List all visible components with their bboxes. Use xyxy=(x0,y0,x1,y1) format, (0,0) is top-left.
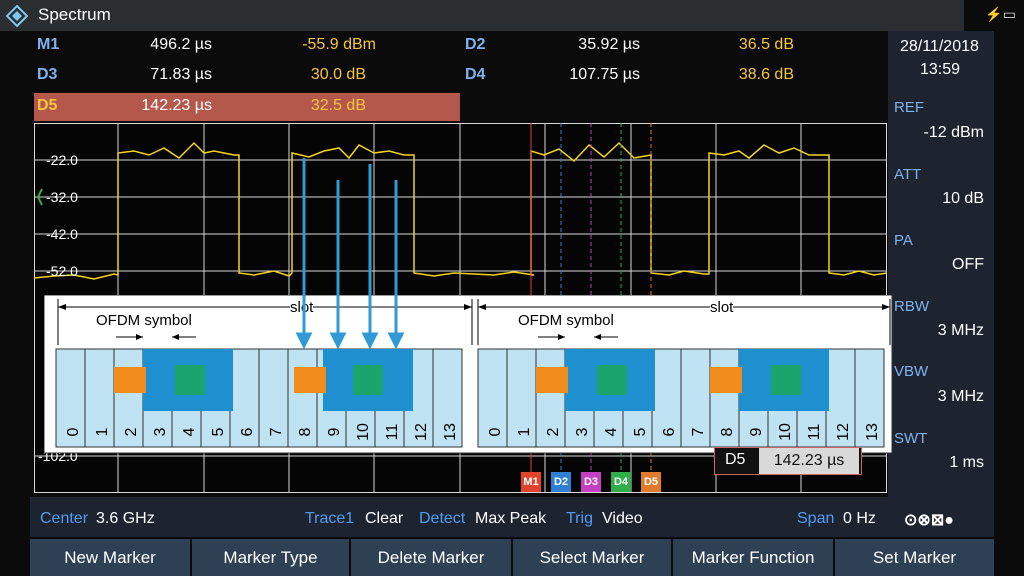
marker-d5-value: 32.5 dB xyxy=(310,97,366,114)
title-bar: Spectrum ⚡▭ xyxy=(0,0,1016,31)
detect-value[interactable]: Max Peak xyxy=(475,510,546,528)
symbol-number: 11 xyxy=(384,423,401,441)
marker-flag-m1[interactable]: M1 xyxy=(521,472,541,492)
y-label-3: -42.0 xyxy=(46,226,78,242)
pa-value[interactable]: OFF xyxy=(952,256,984,274)
symbol-number: 3 xyxy=(574,427,591,437)
center-label[interactable]: Center xyxy=(40,510,88,528)
y-label-2: -32.0 xyxy=(46,189,78,205)
rbw-label[interactable]: RBW xyxy=(894,298,929,315)
symbol-number: 1 xyxy=(94,427,111,437)
ref-label[interactable]: REF xyxy=(894,99,924,116)
symbol-number: 7 xyxy=(690,427,707,437)
active-delta-readout[interactable]: D5 142.23 µs xyxy=(714,447,862,475)
marker-type-button[interactable]: Marker Type xyxy=(192,539,351,576)
symbol-number: 0 xyxy=(65,427,82,437)
app-title: Spectrum xyxy=(38,5,111,24)
symbol-number: 12 xyxy=(835,423,852,441)
y-label-4: -52.0 xyxy=(46,263,78,279)
marker-m1-time: 496.2 µs xyxy=(150,36,212,53)
ofdm-symbol-label-left: OFDM symbol xyxy=(96,312,192,329)
delete-marker-button[interactable]: Delete Marker xyxy=(351,539,513,576)
marker-d2-time: 35.92 µs xyxy=(578,36,640,53)
symbol-number: 13 xyxy=(864,423,881,441)
trace-label[interactable]: Trace1 xyxy=(305,510,354,528)
marker-d4-value: 38.6 dB xyxy=(738,66,794,83)
symbol-number: 4 xyxy=(603,427,620,437)
swt-value[interactable]: 1 ms xyxy=(949,454,984,472)
span-label[interactable]: Span xyxy=(797,510,834,528)
marker-flag-d3[interactable]: D3 xyxy=(581,472,601,492)
marker-d3-time: 71.83 µs xyxy=(150,66,212,83)
marker-d2-name[interactable]: D2 xyxy=(465,36,485,54)
symbol-number: 5 xyxy=(632,427,649,437)
symbol-number: 6 xyxy=(661,427,678,437)
time-display: 13:59 xyxy=(920,61,961,78)
symbol-number: 5 xyxy=(210,427,227,437)
symbol-number: 6 xyxy=(239,427,256,437)
rbw-value[interactable]: 3 MHz xyxy=(938,322,984,340)
marker-flag-d5[interactable]: D5 xyxy=(641,472,661,492)
marker-flag-d4[interactable]: D4 xyxy=(611,472,631,492)
trace-value[interactable]: Clear xyxy=(365,510,403,528)
vbw-label[interactable]: VBW xyxy=(894,363,928,380)
active-delta-name: D5 xyxy=(725,451,746,468)
symbol-number: 2 xyxy=(123,427,140,437)
select-marker-button[interactable]: Select Marker xyxy=(513,539,673,576)
symbol-number: 12 xyxy=(413,423,430,441)
symbol-numbers-left: 0 1 2 3 4 5 6 7 8 9 10 11 12 13 xyxy=(56,421,462,447)
marker-d5-name[interactable]: D5 xyxy=(37,97,57,115)
symbol-number: 8 xyxy=(719,427,736,437)
ofdm-symbol-label-right: OFDM symbol xyxy=(518,312,614,329)
center-value[interactable]: 3.6 GHz xyxy=(96,510,155,528)
marker-d4-time: 107.75 µs xyxy=(569,66,640,83)
detect-label[interactable]: Detect xyxy=(419,510,465,528)
symbol-number: 9 xyxy=(748,427,765,437)
marker-function-button[interactable]: Marker Function xyxy=(673,539,835,576)
marker-d5-time: 142.23 µs xyxy=(141,97,212,114)
rs-diamond-icon xyxy=(6,5,28,27)
slot-label-right: slot xyxy=(710,299,734,316)
symbol-arrows xyxy=(295,158,405,350)
trig-label[interactable]: Trig xyxy=(566,510,593,528)
ref-value[interactable]: -12 dBm xyxy=(924,124,984,142)
symbol-number: 11 xyxy=(806,423,823,441)
att-value[interactable]: 10 dB xyxy=(942,190,984,208)
battery-charging-icon: ⚡▭ xyxy=(985,6,1016,22)
symbol-number: 2 xyxy=(545,427,562,437)
symbol-numbers-right: 0 1 2 3 4 5 6 7 8 9 10 11 12 13 xyxy=(478,421,884,447)
y-label-1: -22.0 xyxy=(46,152,78,168)
trig-value[interactable]: Video xyxy=(602,510,643,528)
connector-status-icon: ⊙⊗⊠● xyxy=(904,512,954,529)
symbol-number: 1 xyxy=(516,427,533,437)
att-label[interactable]: ATT xyxy=(894,166,921,183)
swt-label[interactable]: SWT xyxy=(894,430,927,447)
active-delta-value: 142.23 µs xyxy=(759,448,859,474)
set-marker-button[interactable]: Set Marker xyxy=(835,539,994,576)
symbol-number: 10 xyxy=(777,423,794,441)
marker-m1-name[interactable]: M1 xyxy=(37,36,59,54)
marker-m1-value: -55.9 dBm xyxy=(302,36,376,53)
marker-d4-name[interactable]: D4 xyxy=(465,66,485,84)
marker-flag-d2[interactable]: D2 xyxy=(551,472,571,492)
symbol-number: 9 xyxy=(326,427,343,437)
marker-d3-name[interactable]: D3 xyxy=(37,66,57,84)
symbol-number: 10 xyxy=(355,423,372,441)
symbol-number: 3 xyxy=(152,427,169,437)
symbol-number: 0 xyxy=(487,427,504,437)
symbol-number: 4 xyxy=(181,427,198,437)
marker-d2-value: 36.5 dB xyxy=(738,36,794,53)
new-marker-button[interactable]: New Marker xyxy=(30,539,192,576)
marker-d3-value: 30.0 dB xyxy=(310,66,366,83)
symbol-number: 7 xyxy=(268,427,285,437)
symbol-number: 8 xyxy=(297,427,314,437)
pa-label[interactable]: PA xyxy=(894,232,913,249)
symbol-number: 13 xyxy=(442,423,459,441)
span-value[interactable]: 0 Hz xyxy=(843,510,876,528)
vbw-value[interactable]: 3 MHz xyxy=(938,388,984,406)
date-display: 28/11/2018 xyxy=(900,38,979,55)
